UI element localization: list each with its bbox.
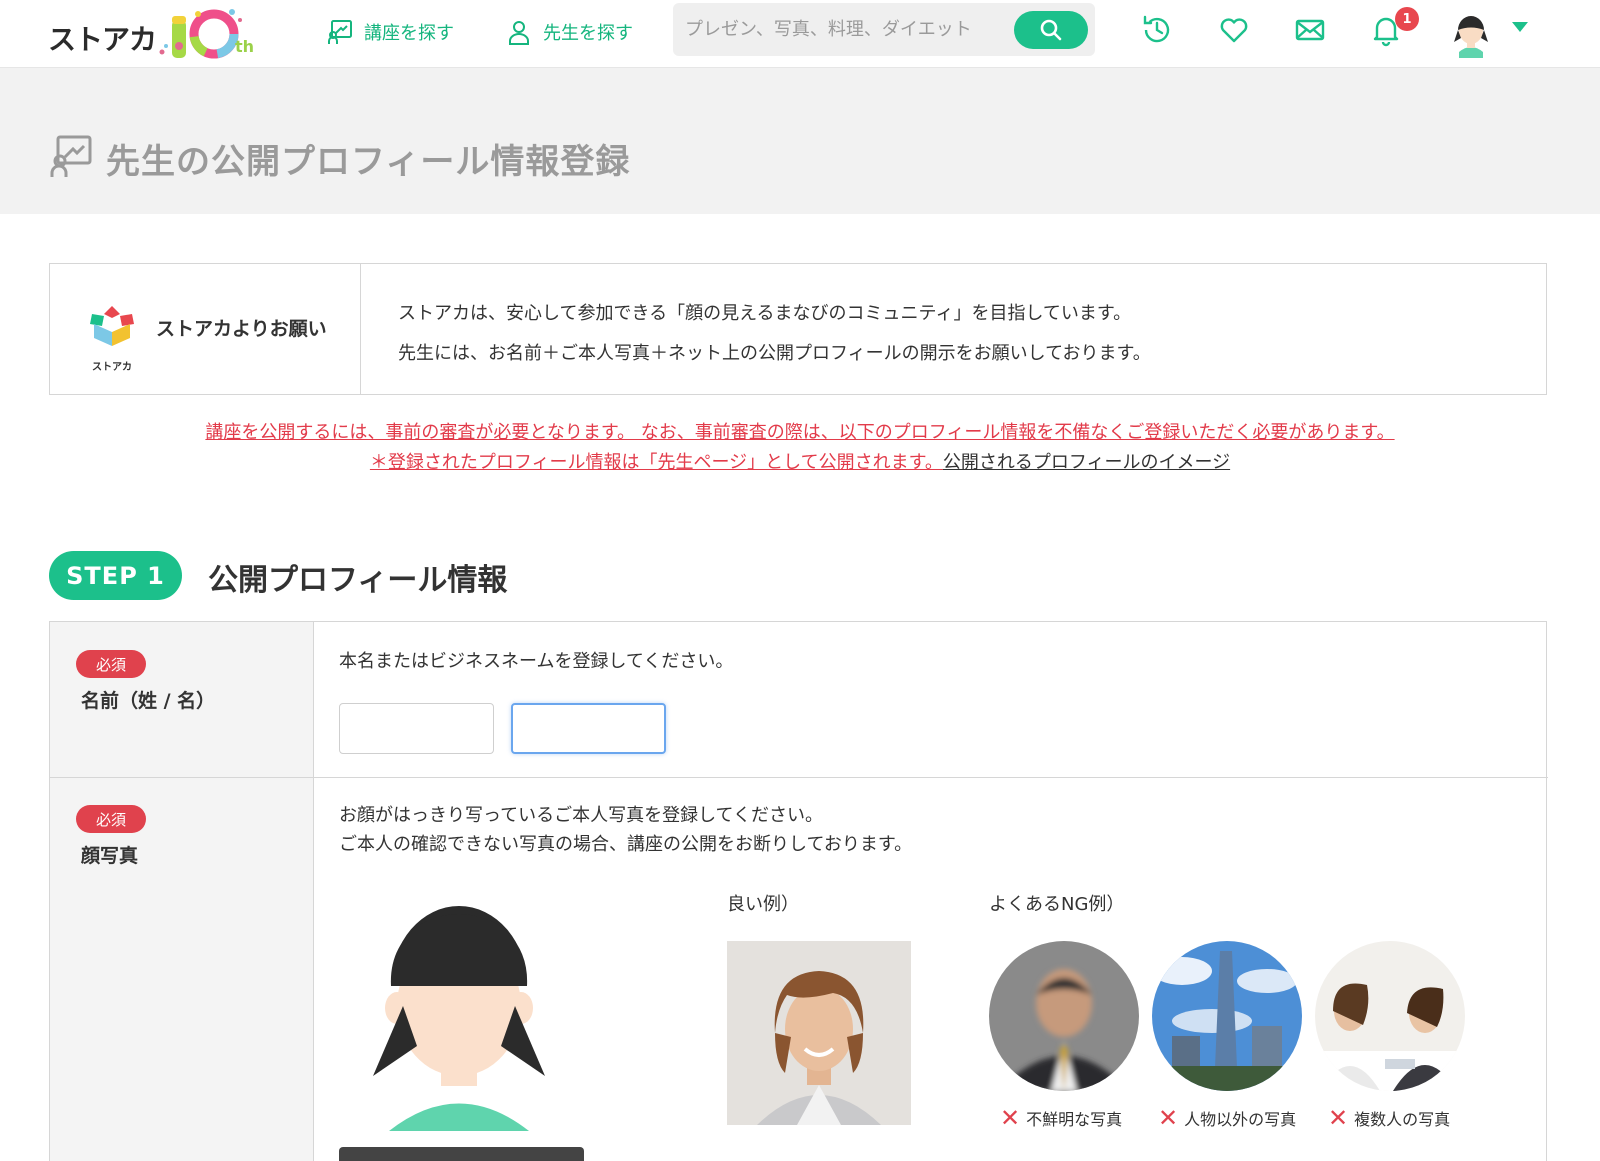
request-message: ストアカは、安心して参加できる「顔の見えるまなびのコミュニティ」を目指しています… bbox=[398, 294, 1151, 374]
photo-help-line-1: お顔がはっきり写っているご本人写真を登録してください。 bbox=[339, 805, 824, 826]
logo-suffix: th bbox=[234, 37, 255, 56]
logo-text: ストアカ bbox=[48, 23, 157, 56]
mail-icon bbox=[1295, 19, 1325, 41]
nav-find-courses-label: 講座を探す bbox=[364, 23, 454, 44]
default-avatar-icon bbox=[373, 906, 545, 1131]
ng-example-blurry-photo bbox=[989, 941, 1139, 1091]
search-input[interactable] bbox=[685, 11, 1015, 47]
review-notice: 講座を公開するには、事前の審査が必要となります。 なお、事前審査の際は、以下のプ… bbox=[0, 418, 1600, 478]
ng-caption-text: 複数人の写真 bbox=[1354, 1110, 1451, 1129]
avatar-icon bbox=[1454, 16, 1488, 58]
favorites-button[interactable] bbox=[1216, 12, 1252, 48]
default-avatar-placeholder bbox=[369, 896, 549, 1136]
logo-10th-emblem: th bbox=[158, 6, 258, 60]
photo-field-label: 顔写真 bbox=[81, 845, 139, 867]
history-icon bbox=[1143, 15, 1170, 43]
ng-example-non-person-photo bbox=[1152, 941, 1302, 1091]
photo-help-text: お顔がはっきり写っているご本人写真を登録してください。 ご本人の確認できない写真… bbox=[339, 801, 912, 859]
good-example-photo bbox=[727, 941, 911, 1125]
page-title: 先生の公開プロフィール情報登録 bbox=[106, 142, 631, 182]
name-help-text: 本名またはビジネスネームを登録してください。 bbox=[339, 651, 734, 672]
step-badge: STEP 1 bbox=[49, 551, 182, 600]
heart-icon bbox=[1220, 18, 1248, 43]
ng-example-group-photo bbox=[1315, 941, 1465, 1091]
good-example-label: 良い例） bbox=[727, 894, 799, 915]
request-line-2: 先生には、お名前＋ご本人写真＋ネット上の公開プロフィールの開示をお願いしておりま… bbox=[398, 343, 1151, 364]
required-badge: 必須 bbox=[76, 650, 146, 678]
photo-help-line-2: ご本人の確認できない写真の場合、講座の公開をお断りしております。 bbox=[339, 834, 913, 855]
messages-button[interactable] bbox=[1292, 12, 1328, 48]
ng-caption-blurry: ✕ 不鮮明な写真 bbox=[1000, 1106, 1122, 1130]
x-mark-icon: ✕ bbox=[1328, 1104, 1349, 1132]
upload-photo-button[interactable] bbox=[339, 1147, 584, 1161]
user-avatar[interactable] bbox=[1450, 8, 1492, 58]
step-title: 公開プロフィール情報 bbox=[208, 563, 508, 598]
course-board-icon bbox=[328, 20, 352, 44]
ng-caption-text: 不鮮明な写真 bbox=[1026, 1110, 1123, 1129]
top-header: ストアカ th 講座を探す 先生を探す プレゼン、写真、料理、ダイエット 1 bbox=[0, 0, 1600, 68]
row-divider bbox=[50, 777, 1548, 778]
request-logo-caption: ストアカ bbox=[92, 362, 132, 373]
nav-find-teachers[interactable]: 先生を探す bbox=[505, 14, 633, 50]
last-name-input[interactable] bbox=[339, 703, 494, 754]
site-logo[interactable]: ストアカ th bbox=[48, 6, 258, 60]
ng-example-label: よくあるNG例） bbox=[989, 894, 1125, 915]
profile-preview-link[interactable]: 公開されるプロフィールのイメージ bbox=[943, 452, 1230, 473]
name-field-label: 名前（姓 / 名） bbox=[81, 690, 216, 712]
account-menu-caret[interactable] bbox=[1512, 22, 1528, 32]
notice-line-2: ＊登録されたプロフィール情報は「先生ページ」として公開されます。 bbox=[369, 452, 943, 473]
person-icon bbox=[509, 21, 529, 45]
search-icon bbox=[1040, 19, 1062, 41]
request-box: ストアカ ストアカよりお願い ストアカは、安心して参加できる「顔の見えるまなびの… bbox=[49, 263, 1547, 395]
request-line-1: ストアカは、安心して参加できる「顔の見えるまなびのコミュニティ」を目指しています… bbox=[398, 303, 1132, 324]
notice-line-1: 講座を公開するには、事前の審査が必要となります。 なお、事前審査の際は、以下のプ… bbox=[205, 422, 1395, 443]
required-badge: 必須 bbox=[76, 805, 146, 833]
search-button[interactable] bbox=[1014, 11, 1088, 49]
ng-caption-group: ✕ 複数人の写真 bbox=[1328, 1106, 1450, 1130]
first-name-input[interactable] bbox=[511, 703, 666, 754]
storeaca-mark-icon: ストアカ bbox=[84, 302, 140, 373]
course-board-icon bbox=[50, 135, 92, 177]
ng-caption-text: 人物以外の写真 bbox=[1184, 1110, 1297, 1129]
request-box-header: ストアカ ストアカよりお願い bbox=[50, 264, 361, 394]
nav-find-teachers-label: 先生を探す bbox=[543, 23, 633, 44]
notification-badge: 1 bbox=[1395, 7, 1419, 31]
x-mark-icon: ✕ bbox=[1000, 1104, 1021, 1132]
request-label: ストアカよりお願い bbox=[156, 318, 327, 340]
ng-caption-non-person: ✕ 人物以外の写真 bbox=[1158, 1106, 1296, 1130]
x-mark-icon: ✕ bbox=[1158, 1104, 1179, 1132]
history-button[interactable] bbox=[1139, 12, 1175, 48]
search-bar bbox=[673, 3, 1095, 56]
nav-find-courses[interactable]: 講座を探す bbox=[326, 14, 454, 50]
